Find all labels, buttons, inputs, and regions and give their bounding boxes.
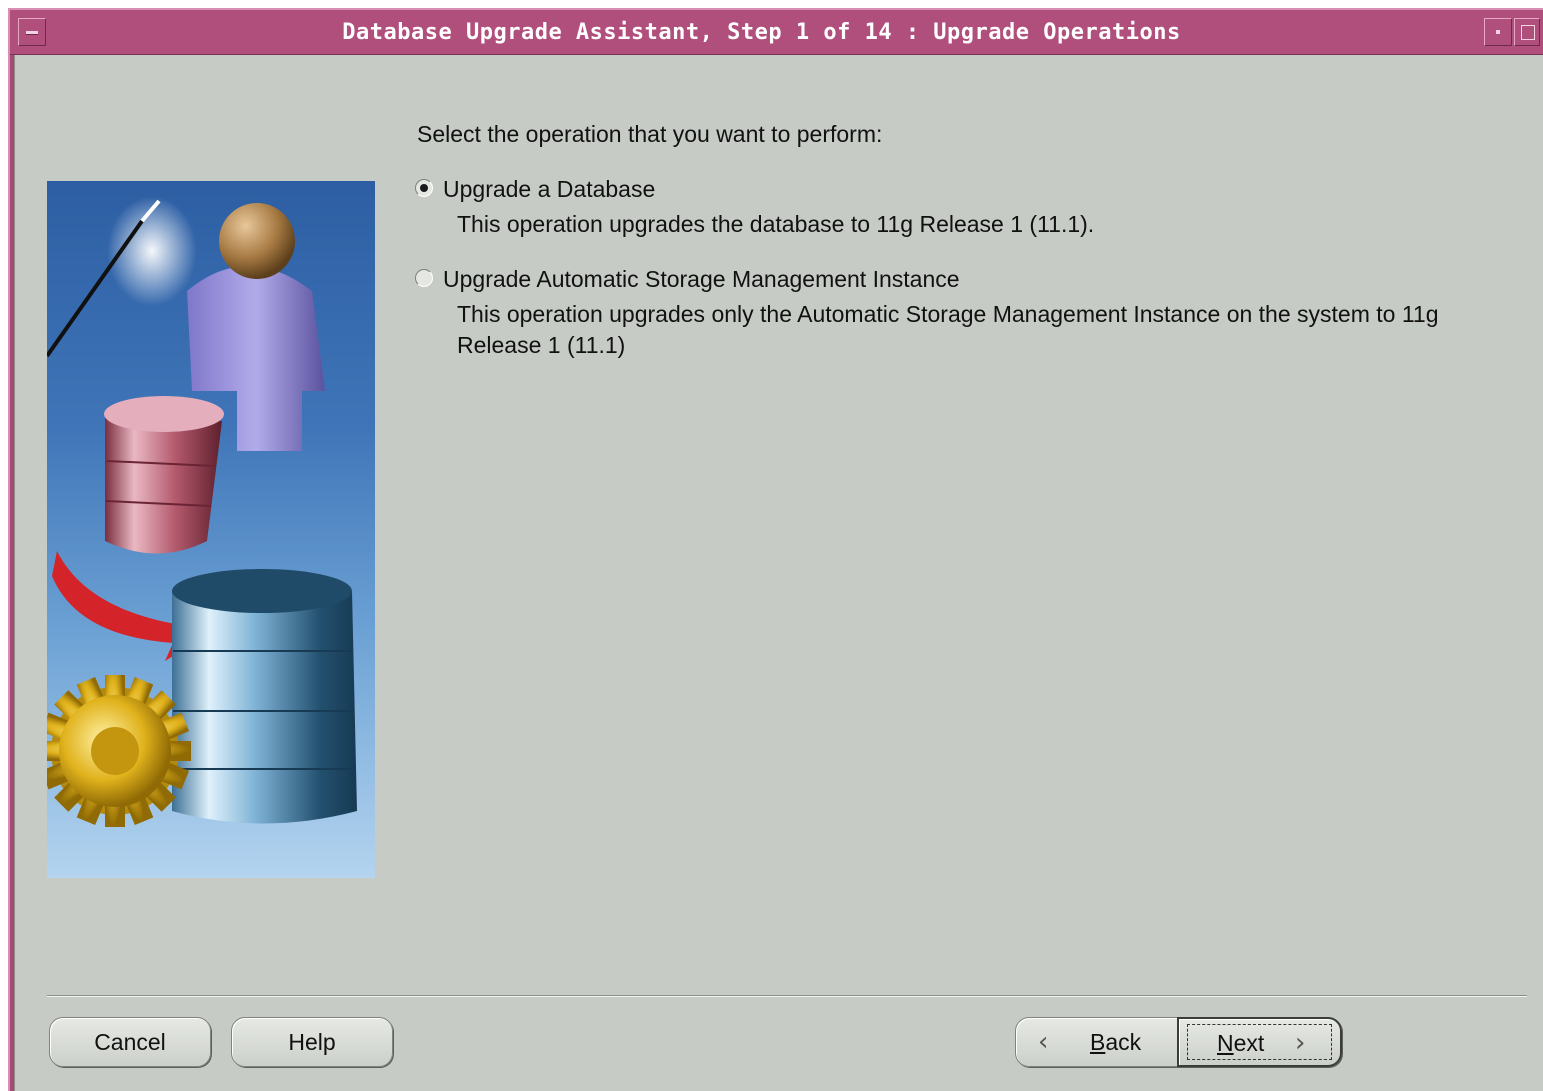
wizard-illustration — [47, 181, 375, 878]
back-button[interactable]: ‹ Back — [1015, 1017, 1180, 1067]
window-menu-icon[interactable] — [18, 18, 46, 46]
minimize-icon[interactable] — [1484, 18, 1512, 46]
cancel-button[interactable]: Cancel — [49, 1017, 211, 1067]
upgrade-database-description: This operation upgrades the database to … — [457, 211, 1095, 237]
help-button[interactable]: Help — [231, 1017, 393, 1067]
back-chevron-icon: ‹ — [1038, 1027, 1049, 1057]
button-separator — [47, 995, 1527, 997]
upgrade-asm-description: This operation upgrades only the Automat… — [457, 301, 1439, 358]
next-chevron-icon: › — [1295, 1028, 1306, 1058]
window-title: Database Upgrade Assistant, Step 1 of 14… — [342, 20, 1181, 45]
next-button[interactable]: Next › — [1177, 1017, 1342, 1067]
back-label: Back — [1090, 1029, 1142, 1055]
upgrade-database-radio[interactable] — [415, 179, 433, 197]
dialog-body: Select the operation that you want to pe… — [14, 55, 1543, 1091]
operation-prompt: Select the operation that you want to pe… — [417, 121, 883, 147]
dbua-window: Database Upgrade Assistant, Step 1 of 14… — [8, 8, 1543, 1091]
title-bar[interactable]: Database Upgrade Assistant, Step 1 of 14… — [10, 10, 1543, 55]
upgrade-asm-radio[interactable] — [415, 269, 433, 287]
next-label: Next — [1217, 1030, 1265, 1056]
upgrade-asm-label[interactable]: Upgrade Automatic Storage Management Ins… — [443, 266, 960, 293]
maximize-icon[interactable] — [1514, 18, 1540, 46]
upgrade-database-label[interactable]: Upgrade a Database — [443, 176, 655, 203]
